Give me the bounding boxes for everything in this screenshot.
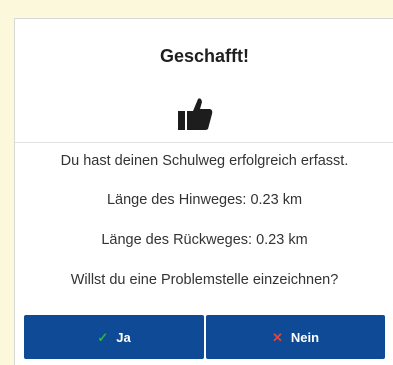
no-button-label: Nein: [290, 329, 320, 345]
yes-button[interactable]: ✓ Ja: [24, 315, 204, 359]
yes-button-label: Ja: [116, 329, 131, 345]
thumbs-up-icon: [177, 95, 213, 131]
return-distance: Länge des Rückweges: 0.23 km: [101, 232, 308, 248]
problem-question: Willst du eine Problemstelle einzeichnen…: [70, 272, 339, 288]
outbound-distance: Länge des Hinweges: 0.23 km: [106, 192, 303, 208]
success-dialog: Geschafft! Du hast deinen Schulweg erfol…: [14, 18, 393, 365]
divider: [15, 142, 393, 143]
success-message: Du hast deinen Schulweg erfolgreich erfa…: [60, 153, 349, 169]
no-button[interactable]: ✕ Nein: [206, 315, 385, 359]
close-icon: ✕: [271, 329, 283, 345]
check-icon: ✓: [97, 329, 109, 345]
dialog-title: Geschafft!: [159, 46, 249, 66]
